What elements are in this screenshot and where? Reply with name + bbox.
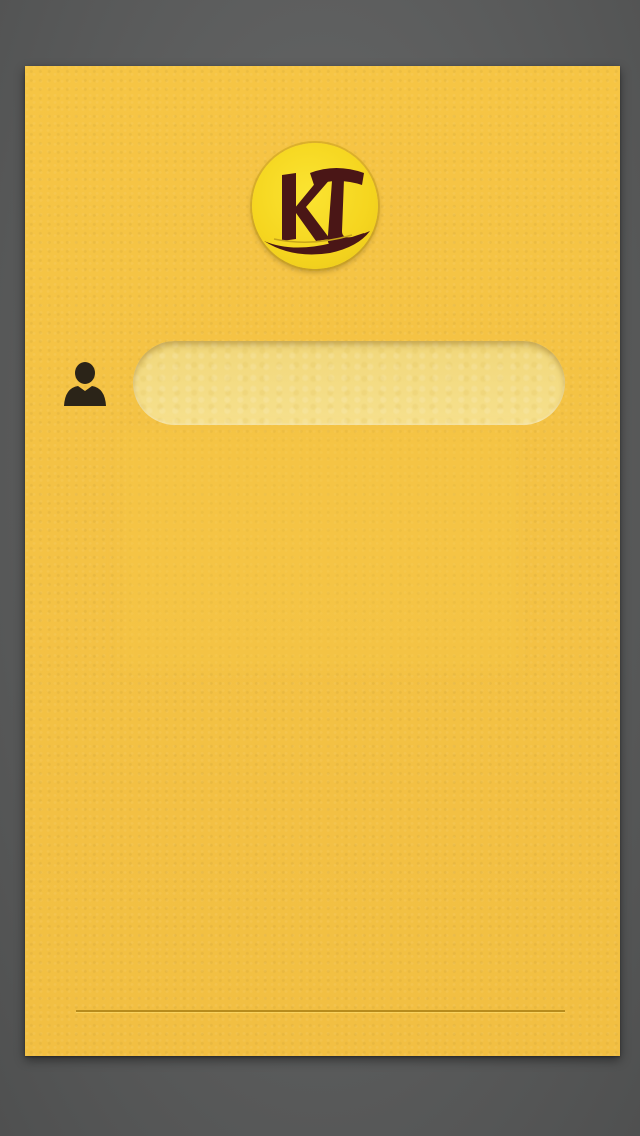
user-icon <box>62 360 108 408</box>
form-area <box>120 430 520 670</box>
app-logo <box>252 143 378 269</box>
footer-divider <box>76 1010 565 1012</box>
kt-monogram-logo <box>264 168 370 255</box>
username-input[interactable] <box>133 341 565 425</box>
